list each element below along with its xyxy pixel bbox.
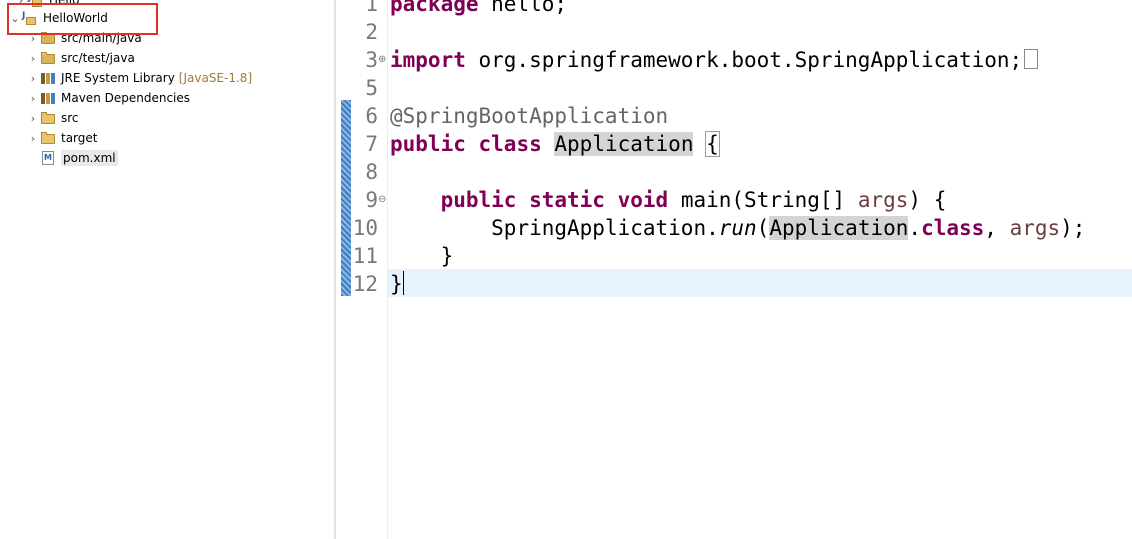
chevron-right-icon[interactable]: › bbox=[26, 72, 40, 85]
tree-item-label: Maven Dependencies bbox=[61, 91, 191, 105]
code-text: ); bbox=[1060, 216, 1086, 240]
keyword: class bbox=[921, 216, 985, 240]
code-line-3[interactable]: import org.springframework.boot.SpringAp… bbox=[390, 46, 1039, 74]
collapsed-imports-icon[interactable] bbox=[1024, 49, 1039, 69]
keyword: void bbox=[617, 188, 669, 212]
parameter: args bbox=[1009, 216, 1061, 240]
code-line-7[interactable]: public class Application { bbox=[390, 130, 720, 158]
line-number: 3 bbox=[365, 48, 378, 72]
code-text: } bbox=[440, 244, 454, 268]
highlight-annotation-box bbox=[7, 3, 158, 35]
keyword: package bbox=[390, 0, 479, 16]
code-text: } bbox=[390, 272, 403, 296]
code-text: ) { bbox=[908, 188, 947, 212]
line-number: 10 bbox=[352, 216, 378, 240]
fold-expand-icon[interactable]: ⊕ bbox=[378, 46, 386, 74]
keyword: public bbox=[440, 188, 517, 212]
line-number: 1 bbox=[365, 0, 378, 16]
tree-item-jre-system-library[interactable]: › JRE System Library [JavaSE-1.8] bbox=[26, 68, 252, 88]
code-line-10[interactable]: SpringApplication.run(Application.class,… bbox=[390, 214, 1085, 242]
code-line-6[interactable]: @SpringBootApplication bbox=[390, 102, 668, 130]
code-text: SpringApplication. bbox=[491, 216, 719, 240]
code-text: , bbox=[984, 216, 1010, 240]
tree-item-target[interactable]: › target bbox=[26, 128, 98, 148]
tree-item-src-test-java[interactable]: › src/test/java bbox=[26, 48, 135, 68]
static-method: run bbox=[718, 216, 757, 240]
current-line-highlight bbox=[388, 269, 1132, 297]
line-number: 9 bbox=[365, 188, 378, 212]
view-divider[interactable] bbox=[334, 0, 336, 539]
project-explorer: › Hello ⌄ HelloWorld › src/main/java › s… bbox=[0, 0, 334, 539]
line-number: 6 bbox=[365, 104, 378, 128]
occurrence-highlight: Application bbox=[554, 132, 694, 156]
tree-item-src[interactable]: › src bbox=[26, 108, 79, 128]
code-text: org.springframework.boot.SpringApplicati… bbox=[465, 48, 1023, 72]
keyword: import bbox=[390, 48, 466, 72]
library-icon bbox=[40, 91, 56, 105]
keyword: class bbox=[478, 132, 542, 156]
line-number: 12 bbox=[352, 272, 378, 296]
maven-pom-file-icon bbox=[40, 151, 56, 165]
occurrence-highlight: Application bbox=[769, 216, 909, 240]
keyword: public bbox=[390, 132, 466, 156]
tree-item-maven-dependencies[interactable]: › Maven Dependencies bbox=[26, 88, 190, 108]
line-number: 8 bbox=[365, 160, 378, 184]
code-text: ( bbox=[756, 216, 770, 240]
tree-item-label: src/test/java bbox=[61, 51, 135, 65]
parameter: args bbox=[857, 188, 909, 212]
folder-icon bbox=[40, 111, 56, 125]
text-cursor bbox=[402, 271, 404, 295]
code-text: hello; bbox=[478, 0, 568, 16]
code-line-9[interactable]: public static void main(String[] args) { bbox=[390, 186, 947, 214]
tree-item-label: target bbox=[61, 131, 98, 145]
fold-collapse-icon[interactable]: ⊖ bbox=[378, 186, 386, 214]
line-number: 2 bbox=[365, 20, 378, 44]
keyword: static bbox=[529, 188, 605, 212]
tree-item-pom-xml[interactable]: pom.xml bbox=[40, 148, 118, 168]
code-line-12[interactable]: } bbox=[390, 270, 404, 298]
line-number: 7 bbox=[365, 132, 378, 156]
tree-item-label: pom.xml bbox=[61, 150, 118, 166]
chevron-right-icon[interactable]: › bbox=[26, 132, 40, 145]
source-folder-icon bbox=[40, 51, 56, 65]
library-icon bbox=[40, 71, 56, 85]
tree-item-label: src bbox=[61, 111, 79, 125]
code-text: . bbox=[908, 216, 922, 240]
tree-item-label: JRE System Library bbox=[61, 71, 175, 85]
chevron-right-icon[interactable]: › bbox=[26, 52, 40, 65]
chevron-right-icon[interactable]: › bbox=[26, 92, 40, 105]
line-number: 5 bbox=[365, 76, 378, 100]
tree-item-decoration: [JavaSE-1.8] bbox=[178, 71, 253, 85]
folder-icon bbox=[40, 131, 56, 145]
line-number: 11 bbox=[352, 244, 378, 268]
matching-bracket: { bbox=[705, 131, 720, 157]
annotation: @SpringBootApplication bbox=[390, 104, 669, 128]
code-line-11[interactable]: } bbox=[390, 242, 454, 270]
code-text: main(String[] bbox=[668, 188, 858, 212]
code-line-1[interactable]: package hello; bbox=[390, 0, 567, 18]
chevron-right-icon[interactable]: › bbox=[26, 112, 40, 125]
